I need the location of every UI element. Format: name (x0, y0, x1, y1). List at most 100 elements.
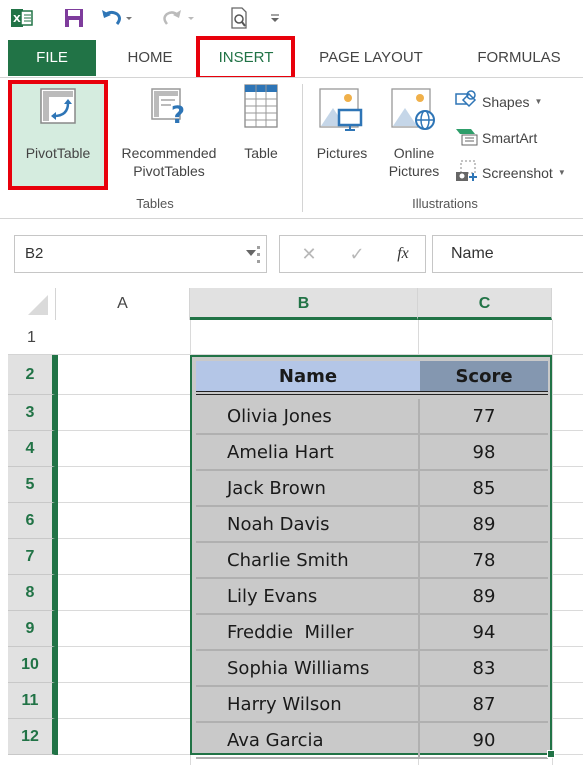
smartart-button[interactable]: SmartArt (455, 126, 537, 149)
pictures-button[interactable]: Pictures (310, 88, 374, 162)
table-label: Table (244, 145, 278, 161)
row-header-1[interactable]: 1 (8, 320, 55, 355)
ribbon-group-separator (302, 84, 303, 212)
quick-access-toolbar: X (0, 0, 583, 36)
pivottable-icon (8, 88, 108, 130)
tab-page-layout[interactable]: PAGE LAYOUT (306, 40, 436, 76)
recommended-pivottables-button[interactable]: ? Recommended PivotTables (108, 88, 230, 180)
excel-logo-icon: X (10, 7, 34, 29)
name-box[interactable]: B2 (14, 235, 267, 273)
shapes-icon (455, 90, 479, 113)
table-row: Amelia Hart 98 (196, 435, 548, 471)
recommended-pivottables-icon: ? (108, 88, 230, 130)
cell-name[interactable]: Amelia Hart (196, 435, 420, 469)
screenshot-icon (455, 160, 479, 185)
row-header-6[interactable]: 6 (8, 503, 55, 539)
shapes-button[interactable]: Shapes ▼ (455, 90, 542, 113)
illustrations-group-label: Illustrations (412, 196, 478, 211)
cell-name[interactable]: Jack Brown (196, 471, 420, 505)
cell-score[interactable]: 78 (420, 543, 548, 577)
ribbon: PivotTable ? Recommended PivotTables Tab… (0, 78, 583, 218)
cell-score[interactable]: 77 (420, 399, 548, 433)
column-header-c[interactable]: C (418, 288, 552, 320)
cell-name[interactable]: Lily Evans (196, 579, 420, 613)
row-header-11[interactable]: 11 (8, 683, 55, 719)
cell-name[interactable]: Freddie Miller (196, 615, 420, 649)
print-preview-icon[interactable] (228, 7, 250, 29)
tab-insert[interactable]: INSERT (200, 40, 292, 76)
row-header-8[interactable]: 8 (8, 575, 55, 611)
row-header-9[interactable]: 9 (8, 611, 55, 647)
screenshot-button[interactable]: Screenshot ▼ (455, 160, 566, 185)
table-header-row: Name Score (196, 361, 548, 395)
redo-icon[interactable] (160, 7, 198, 29)
cell-score[interactable]: 87 (420, 687, 548, 721)
row-header-5[interactable]: 5 (8, 467, 55, 503)
column-header-a[interactable]: A (55, 288, 190, 320)
save-icon[interactable] (62, 7, 86, 29)
cell-name[interactable]: Olivia Jones (196, 399, 420, 433)
row-header-12[interactable]: 12 (8, 719, 55, 755)
row-header-3[interactable]: 3 (8, 395, 55, 431)
online-pictures-label-line2: Pictures (388, 163, 440, 179)
header-score[interactable]: Score (420, 361, 548, 391)
shapes-label: Shapes (482, 93, 530, 110)
cancel-icon[interactable]: ✕ (294, 236, 324, 272)
name-box-value: B2 (25, 245, 44, 262)
insert-function-icon[interactable]: fx (388, 236, 418, 272)
ribbon-tabs: FILE HOME INSERT PAGE LAYOUT FORMULAS (0, 40, 583, 76)
gridline-vertical (552, 320, 553, 765)
formula-input[interactable]: Name (432, 235, 583, 273)
cell-name[interactable]: Ava Garcia (196, 723, 420, 757)
table-button[interactable]: Table (232, 84, 290, 162)
data-table: Name Score Olivia Jones 77 Amelia Hart 98 Ja… (190, 355, 552, 759)
cell-name[interactable]: Harry Wilson (196, 687, 420, 721)
header-name[interactable]: Name (196, 361, 420, 391)
fill-handle[interactable] (547, 750, 555, 758)
shapes-dropdown-icon: ▼ (534, 97, 543, 106)
formula-bar-resize-handle[interactable] (257, 246, 260, 266)
svg-text:?: ? (171, 101, 185, 124)
pictures-label: Pictures (316, 145, 368, 161)
cell-score[interactable]: 98 (420, 435, 548, 469)
cell-score[interactable]: 94 (420, 615, 548, 649)
name-box-dropdown-icon[interactable] (246, 250, 256, 256)
cell-score[interactable]: 89 (420, 507, 548, 541)
column-header-b[interactable]: B (190, 288, 418, 320)
table-row: Olivia Jones 77 (196, 399, 548, 435)
recommended-label-line2: PivotTables (133, 163, 205, 179)
formula-bar-buttons: ✕ ✓ fx (279, 235, 426, 273)
cell-score[interactable]: 90 (420, 723, 548, 757)
row-header-4[interactable]: 4 (8, 431, 55, 467)
ribbon-bottom-border (0, 218, 583, 219)
row-header-10[interactable]: 10 (8, 647, 55, 683)
tab-home[interactable]: HOME (110, 40, 190, 76)
cell-score[interactable]: 89 (420, 579, 548, 613)
table-icon (232, 84, 290, 130)
table-row: Lily Evans 89 (196, 579, 548, 615)
svg-text:X: X (13, 14, 21, 25)
undo-icon[interactable] (98, 7, 136, 29)
row-header-7[interactable]: 7 (8, 539, 55, 575)
cell-score[interactable]: 83 (420, 651, 548, 685)
pictures-icon (310, 88, 374, 131)
tab-formulas[interactable]: FORMULAS (462, 40, 576, 76)
online-pictures-button[interactable]: Online Pictures (382, 88, 446, 180)
cell-name[interactable]: Noah Davis (196, 507, 420, 541)
pivottable-button[interactable]: PivotTable (8, 88, 108, 162)
cell-score[interactable]: 85 (420, 471, 548, 505)
table-row: Harry Wilson 87 (196, 687, 548, 723)
enter-icon[interactable]: ✓ (342, 236, 372, 272)
customize-qat-icon[interactable] (268, 7, 282, 29)
table-row: Freddie Miller 94 (196, 615, 548, 651)
online-pictures-label-line1: Online (393, 145, 435, 161)
cell-name[interactable]: Sophia Williams (196, 651, 420, 685)
select-all-icon (28, 295, 48, 315)
tab-file[interactable]: FILE (8, 40, 96, 76)
smartart-icon (455, 126, 479, 149)
row-header-2[interactable]: 2 (8, 355, 55, 395)
select-all-button[interactable] (0, 288, 55, 320)
table-row: Ava Garcia 90 (196, 723, 548, 759)
table-row: Noah Davis 89 (196, 507, 548, 543)
cell-name[interactable]: Charlie Smith (196, 543, 420, 577)
